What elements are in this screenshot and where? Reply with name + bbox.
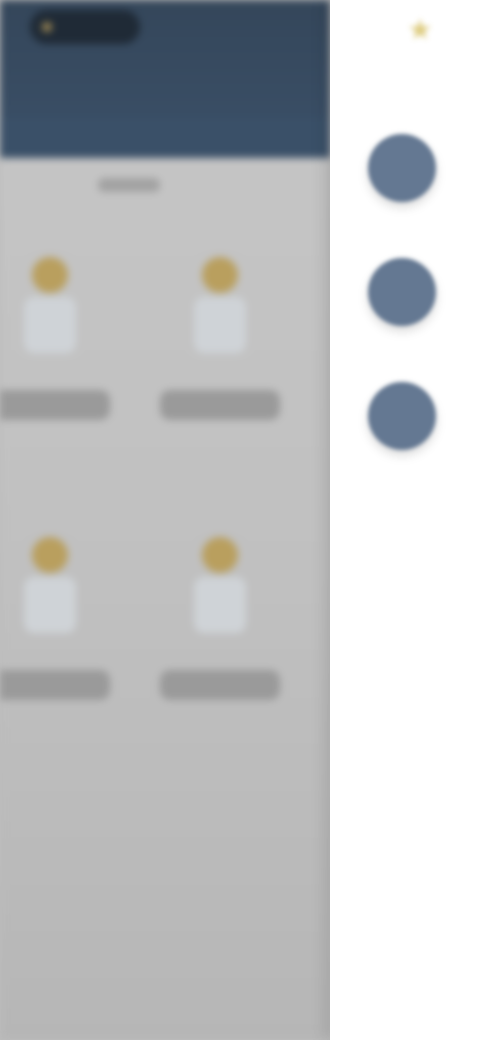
header-pill (30, 10, 140, 44)
card-figure-icon (24, 297, 76, 353)
card-label (160, 390, 280, 420)
rail-action-button-2[interactable]: ● (368, 258, 436, 326)
card-illustration (180, 525, 260, 635)
rail-action-label-1 (356, 212, 448, 228)
app-screen-dimmed (0, 0, 330, 1040)
rail-action-label-3 (356, 460, 448, 476)
grid-card (160, 245, 280, 435)
action-icon: ● (395, 155, 409, 180)
card-label (0, 670, 110, 700)
star-icon (32, 537, 68, 573)
action-icon: ● (395, 279, 409, 304)
grid-card (160, 525, 280, 715)
rail-top-label (368, 78, 452, 94)
grid-card (0, 525, 110, 715)
header-pill-dot-icon (42, 22, 52, 32)
card-figure-icon (194, 297, 246, 353)
star-icon[interactable]: ★ (402, 12, 438, 48)
card-label (160, 670, 280, 700)
action-icon: ● (395, 403, 409, 428)
card-label (0, 390, 110, 420)
star-icon (202, 537, 238, 573)
header-tab-strip (0, 118, 330, 158)
star-icon (202, 257, 238, 293)
star-icon (32, 257, 68, 293)
grid-card (0, 245, 110, 435)
card-illustration (10, 245, 90, 355)
card-figure-icon (194, 577, 246, 633)
section-caption (98, 178, 160, 192)
card-illustration (10, 525, 90, 635)
card-illustration (180, 245, 260, 355)
rail-action-label-2 (356, 336, 448, 352)
app-header (0, 0, 330, 158)
rail-action-button-1[interactable]: ● (368, 134, 436, 202)
rail-action-button-3[interactable]: ● (368, 382, 436, 450)
card-figure-icon (24, 577, 76, 633)
